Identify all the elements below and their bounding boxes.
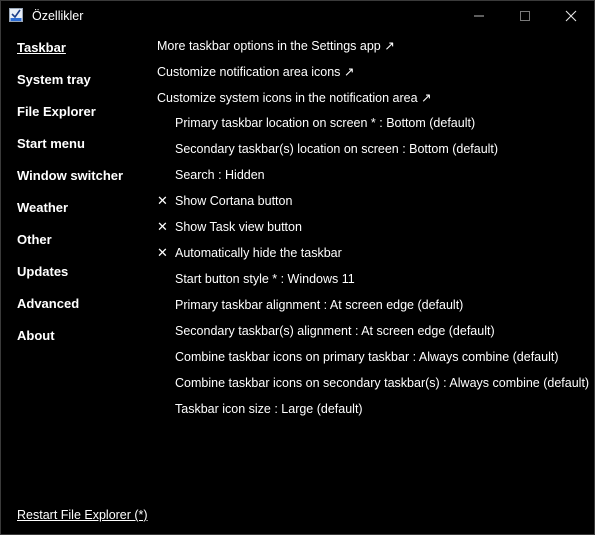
secondary-taskbar-alignment-option[interactable]: Secondary taskbar(s) alignment : At scre… xyxy=(175,324,495,338)
search-option[interactable]: Search : Hidden xyxy=(175,168,265,182)
title-bar[interactable]: Özellikler xyxy=(1,1,594,31)
sidebar-item-start-menu[interactable]: Start menu xyxy=(17,136,85,151)
app-icon xyxy=(9,8,23,22)
cortana-check-icon: ✕ xyxy=(157,193,168,208)
sidebar-item-about[interactable]: About xyxy=(17,328,55,343)
show-cortana-button-option[interactable]: Show Cortana button xyxy=(175,194,292,208)
sidebar-item-weather[interactable]: Weather xyxy=(17,200,68,215)
system-icons-link[interactable]: Customize system icons in the notificati… xyxy=(157,90,431,105)
close-button[interactable] xyxy=(548,1,594,31)
primary-taskbar-location-option[interactable]: Primary taskbar location on screen * : B… xyxy=(175,116,475,130)
sidebar-item-other[interactable]: Other xyxy=(17,232,52,247)
minimize-button[interactable] xyxy=(456,1,502,31)
sidebar-item-system-tray[interactable]: System tray xyxy=(17,72,91,87)
close-icon xyxy=(565,10,577,22)
combine-secondary-option[interactable]: Combine taskbar icons on secondary taskb… xyxy=(175,376,589,390)
auto-hide-taskbar-option[interactable]: Automatically hide the taskbar xyxy=(175,246,342,260)
maximize-icon xyxy=(520,11,530,21)
properties-window: Özellikler Taskbar System tray File Expl… xyxy=(0,0,595,535)
sidebar-item-advanced[interactable]: Advanced xyxy=(17,296,79,311)
taskbar-icon-size-option[interactable]: Taskbar icon size : Large (default) xyxy=(175,402,363,416)
auto-hide-check-icon: ✕ xyxy=(157,245,168,260)
secondary-taskbar-location-option[interactable]: Secondary taskbar(s) location on screen … xyxy=(175,142,498,156)
sidebar-item-window-switcher[interactable]: Window switcher xyxy=(17,168,123,183)
sidebar-item-file-explorer[interactable]: File Explorer xyxy=(17,104,96,119)
task-view-check-icon: ✕ xyxy=(157,219,168,234)
settings-app-link[interactable]: More taskbar options in the Settings app… xyxy=(157,38,395,53)
window-title: Özellikler xyxy=(32,9,84,23)
primary-taskbar-alignment-option[interactable]: Primary taskbar alignment : At screen ed… xyxy=(175,298,463,312)
minimize-icon xyxy=(474,15,484,17)
combine-primary-option[interactable]: Combine taskbar icons on primary taskbar… xyxy=(175,350,559,364)
sidebar-item-updates[interactable]: Updates xyxy=(17,264,68,279)
sidebar-item-taskbar[interactable]: Taskbar xyxy=(17,40,66,55)
notification-area-icons-link[interactable]: Customize notification area icons ↗ xyxy=(157,64,354,79)
show-task-view-button-option[interactable]: Show Task view button xyxy=(175,220,302,234)
restart-file-explorer-link[interactable]: Restart File Explorer (*) xyxy=(17,508,148,522)
start-button-style-option[interactable]: Start button style * : Windows 11 xyxy=(175,272,355,286)
maximize-button[interactable] xyxy=(502,1,548,31)
